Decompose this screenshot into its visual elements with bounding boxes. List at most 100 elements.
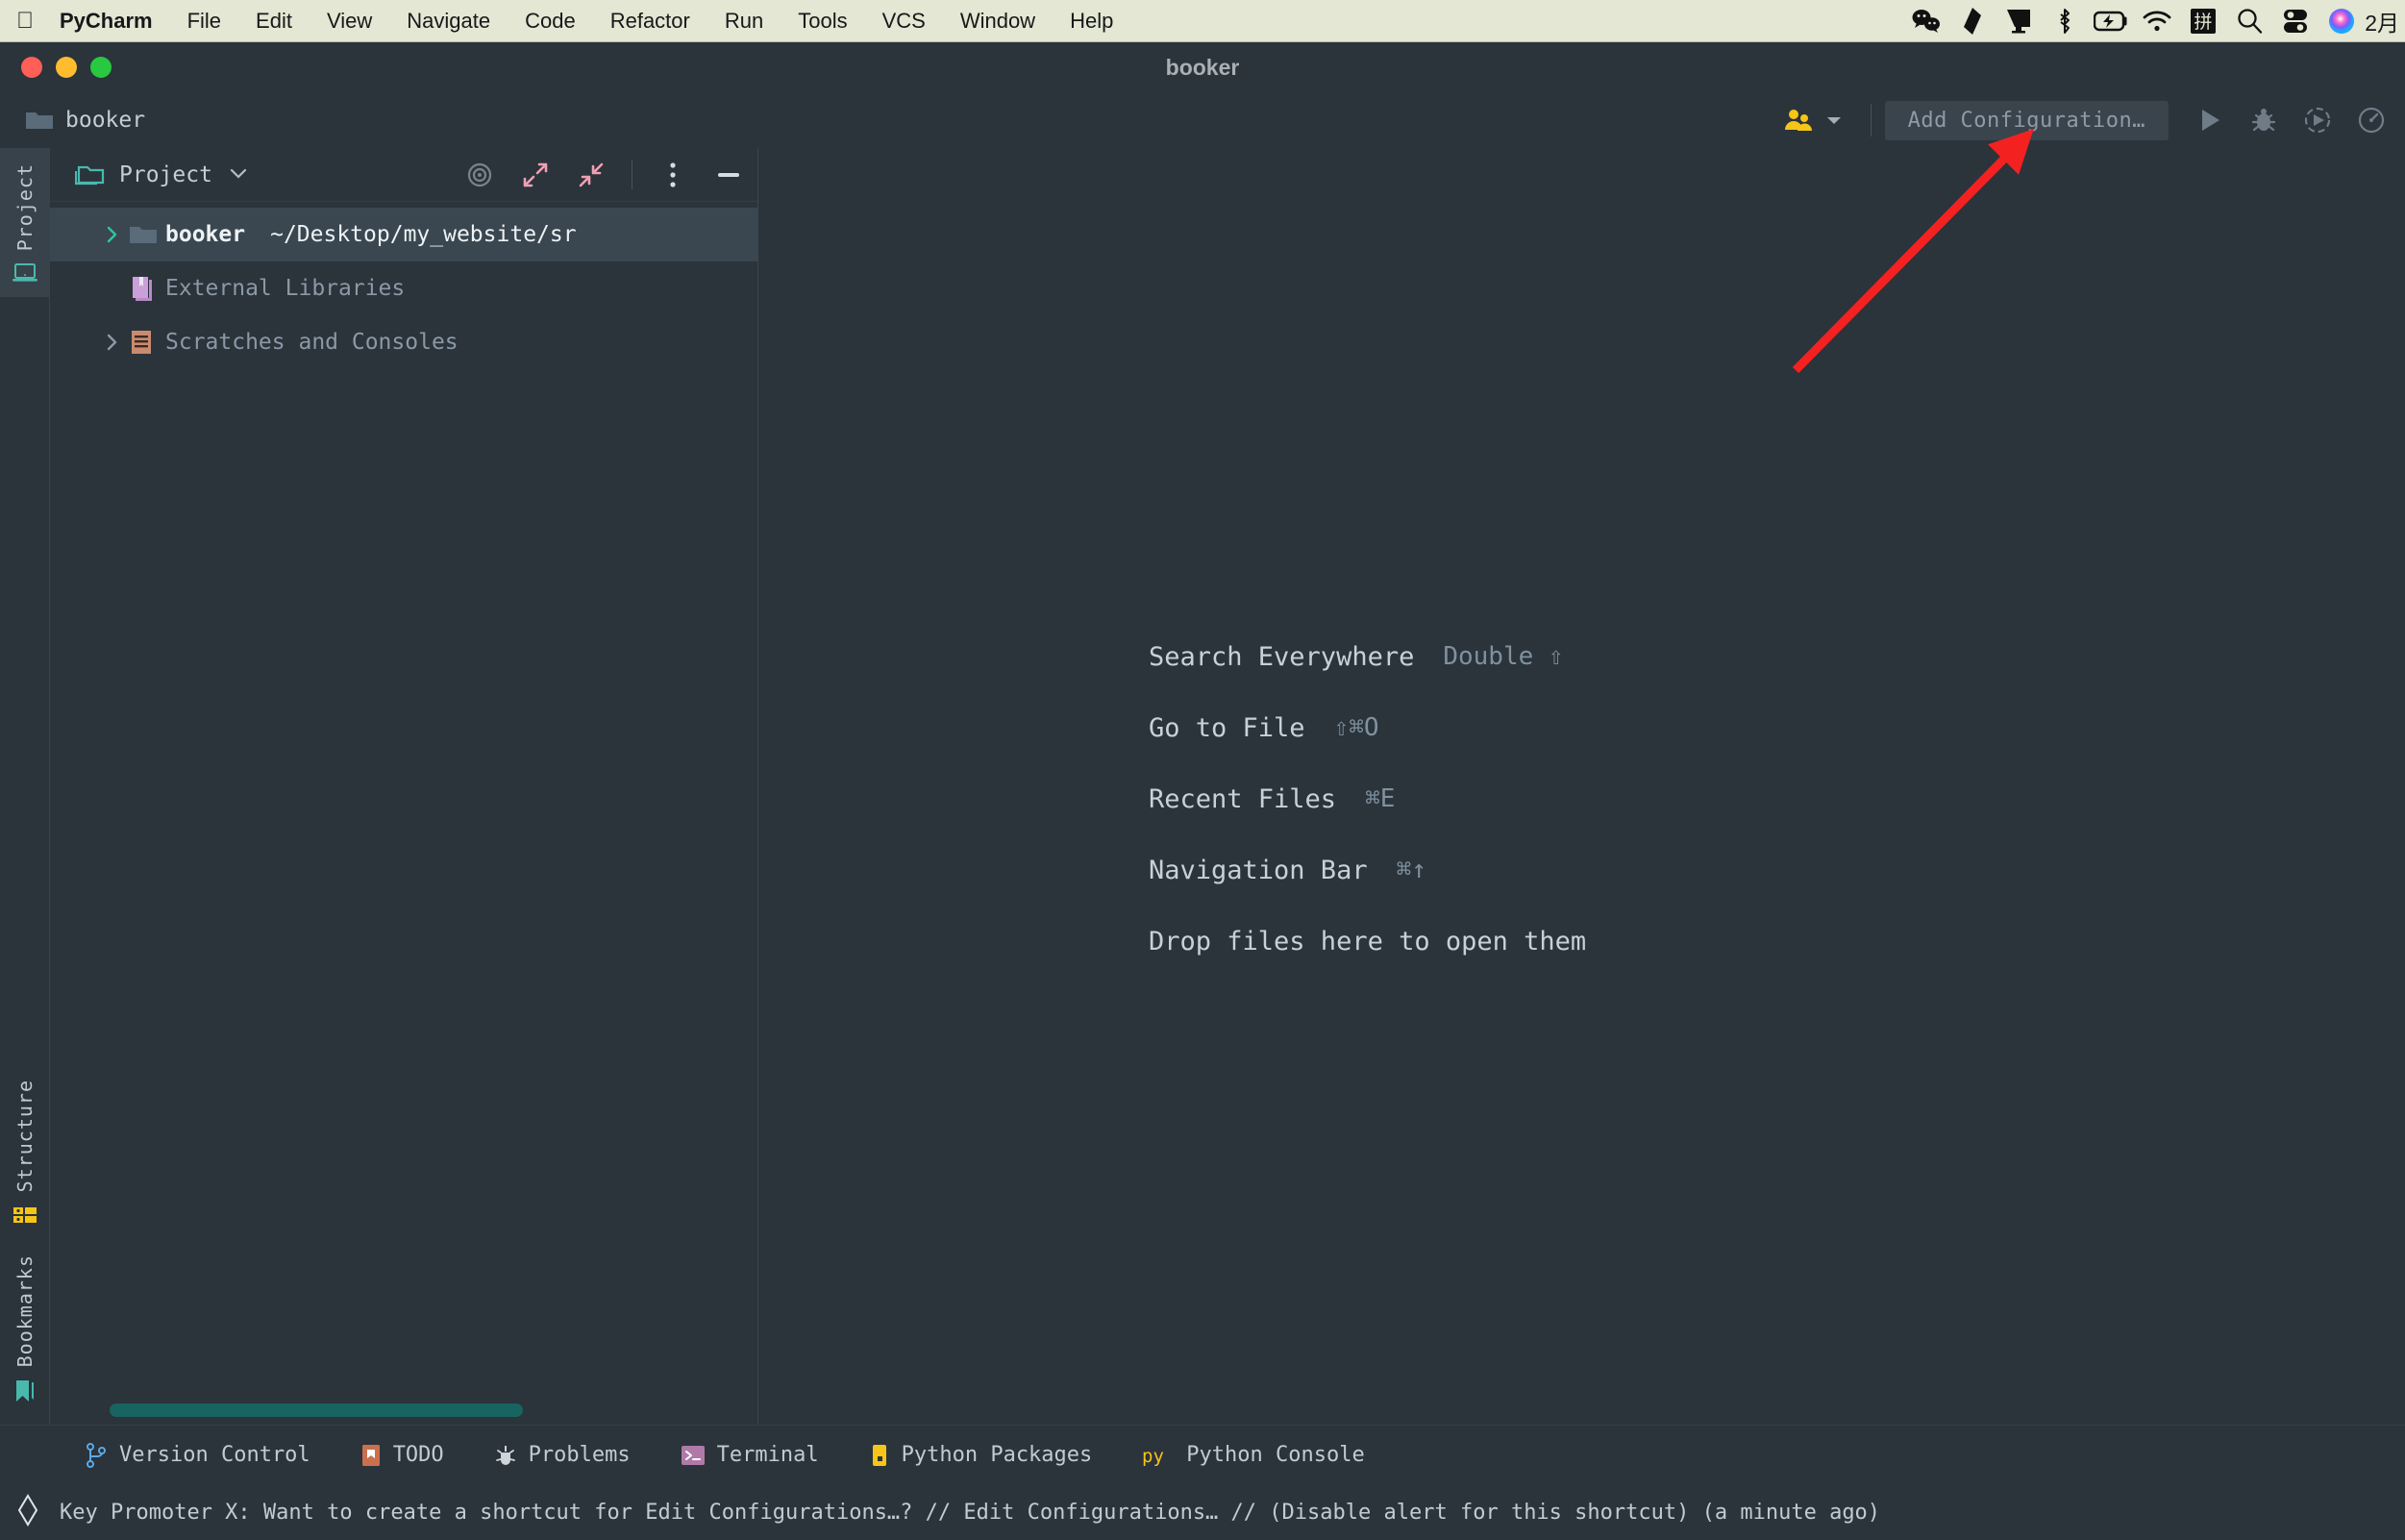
hint-search-everywhere[interactable]: Search Everywhere Double ⇧ [1149, 621, 1586, 692]
sidebar-item-project[interactable]: Project [0, 148, 50, 298]
hint-shortcut: Double ⇧ [1443, 642, 1564, 671]
add-configuration-button[interactable]: Add Configuration… [1884, 100, 2169, 140]
wechat-icon[interactable] [1903, 0, 1949, 42]
tree-item-label: booker [165, 222, 246, 247]
project-tree: booker ~/Desktop/my_website/sr External … [50, 202, 757, 369]
expand-all-icon[interactable] [520, 160, 551, 190]
hide-panel-icon[interactable] [713, 160, 744, 190]
siri-icon[interactable] [2318, 0, 2365, 42]
breadcrumb-label: booker [65, 108, 146, 133]
kingsoft-icon[interactable] [1949, 0, 1996, 42]
hint-recent-files[interactable]: Recent Files ⌘E [1149, 763, 1586, 834]
sidebar-item-project-label: Project [13, 163, 37, 252]
expand-chevron-icon[interactable] [104, 225, 129, 244]
menu-item-view[interactable]: View [310, 0, 389, 42]
hint-navigation-bar[interactable]: Navigation Bar ⌘↑ [1149, 834, 1586, 906]
project-horizontal-scrollbar[interactable] [110, 1403, 523, 1417]
menu-item-tools[interactable]: Tools [781, 0, 864, 42]
menu-item-code[interactable]: Code [508, 0, 593, 42]
svg-text:py: py [1142, 1446, 1164, 1467]
folder-icon [26, 112, 53, 129]
people-icon [1784, 110, 1812, 131]
library-icon [129, 275, 165, 302]
sidebar-item-bookmarks[interactable]: Bookmarks [0, 1239, 50, 1417]
svg-text:拼: 拼 [2194, 12, 2213, 33]
code-with-me-button[interactable] [1771, 99, 1857, 141]
hint-shortcut: ⌘↑ [1396, 856, 1426, 884]
menu-item-run[interactable]: Run [707, 0, 781, 42]
ide-body: Project Structure Bookmarks Project book… [0, 148, 2405, 1425]
hint-go-to-file[interactable]: Go to File ⇧⌘O [1149, 692, 1586, 763]
folder-icon [129, 223, 165, 246]
menu-item-help[interactable]: Help [1053, 0, 1130, 42]
problems-icon [495, 1445, 515, 1465]
sidebar-item-structure[interactable]: Structure [0, 1064, 50, 1238]
control-center-icon[interactable] [2272, 0, 2318, 42]
hint-label: Go to File [1149, 712, 1305, 743]
sidebar-item-bookmarks-label: Bookmarks [13, 1254, 37, 1367]
python-console-icon: py [1142, 1446, 1164, 1467]
collapse-all-icon[interactable] [576, 160, 607, 190]
menu-item-edit[interactable]: Edit [238, 0, 310, 42]
tool-window-python-console[interactable]: py Python Console [1117, 1426, 1389, 1485]
menu-item-vcs[interactable]: VCS [865, 0, 943, 42]
bottom-tool-window-bar: Version Control TODO Problems Terminal P… [0, 1425, 2405, 1484]
tree-row-booker[interactable]: booker ~/Desktop/my_website/sr [50, 208, 757, 261]
project-tool-window: Project booker ~/Desktop/my_website/sr E… [50, 148, 758, 1425]
project-panel-header: Project [50, 148, 757, 202]
bookmark-icon [12, 1379, 37, 1407]
macos-menu-bar:  PyCharm File Edit View Navigate Code R… [0, 0, 2405, 42]
profile-icon[interactable] [2355, 104, 2388, 137]
tool-window-version-control[interactable]: Version Control [60, 1426, 335, 1485]
project-laptop-icon [12, 262, 38, 287]
tree-item-label: Scratches and Consoles [165, 330, 459, 355]
menu-item-file[interactable]: File [170, 0, 238, 42]
menu-item-navigate[interactable]: Navigate [389, 0, 508, 42]
menu-item-refactor[interactable]: Refactor [593, 0, 707, 42]
tree-row-external-libraries[interactable]: External Libraries [50, 261, 757, 315]
status-bar-message[interactable]: Key Promoter X: Want to create a shortcu… [60, 1501, 1880, 1525]
battery-charging-icon[interactable] [2088, 0, 2134, 42]
run-controls [2169, 104, 2388, 137]
tool-window-label: TODO [392, 1443, 444, 1467]
tool-window-label: Python Console [1186, 1443, 1365, 1467]
more-options-icon[interactable] [657, 160, 688, 190]
tool-window-python-packages[interactable]: Python Packages [844, 1426, 1118, 1485]
tool-window-terminal[interactable]: Terminal [656, 1426, 844, 1485]
run-with-coverage-icon[interactable] [2301, 104, 2334, 137]
left-tool-stripe: Project Structure Bookmarks [0, 148, 50, 1425]
scratches-icon [129, 329, 165, 356]
menu-item-window[interactable]: Window [943, 0, 1053, 42]
spotlight-search-icon[interactable] [2226, 0, 2272, 42]
tool-window-label: Problems [528, 1443, 631, 1467]
tool-window-label: Python Packages [901, 1443, 1093, 1467]
select-opened-file-icon[interactable] [464, 160, 495, 190]
tree-row-scratches-and-consoles[interactable]: Scratches and Consoles [50, 315, 757, 369]
project-folder-icon [75, 165, 105, 185]
window-title: booker [1165, 54, 1240, 80]
display-icon[interactable] [1996, 0, 2042, 42]
python-packages-icon [872, 1444, 886, 1466]
terminal-icon [681, 1445, 705, 1465]
tool-window-todo[interactable]: TODO [335, 1426, 469, 1485]
project-view-chevron-down-icon[interactable] [228, 165, 249, 185]
menu-bar-clock[interactable]: 2月 [2365, 5, 2401, 37]
menu-item-pycharm[interactable]: PyCharm [50, 0, 170, 42]
breadcrumb[interactable]: booker [0, 108, 145, 133]
hint-drop-files: Drop files here to open them [1149, 906, 1586, 977]
apple-menu-icon[interactable]:  [0, 8, 50, 35]
run-icon[interactable] [2194, 104, 2226, 137]
wifi-icon[interactable] [2134, 0, 2180, 42]
project-panel-toolbar [464, 160, 744, 190]
branch-icon [87, 1442, 106, 1468]
tool-window-problems[interactable]: Problems [469, 1426, 656, 1485]
sidebar-item-structure-label: Structure [13, 1080, 37, 1193]
bluetooth-icon[interactable] [2042, 0, 2088, 42]
debug-icon[interactable] [2247, 104, 2280, 137]
toolbar-right-group: Add Configuration… [1771, 99, 2405, 141]
project-panel-title: Project [119, 161, 212, 187]
expand-chevron-icon[interactable] [104, 333, 129, 352]
input-method-pinyin-icon[interactable]: 拼 [2180, 0, 2226, 42]
hint-label: Navigation Bar [1149, 855, 1368, 885]
key-promoter-icon[interactable] [13, 1494, 42, 1530]
